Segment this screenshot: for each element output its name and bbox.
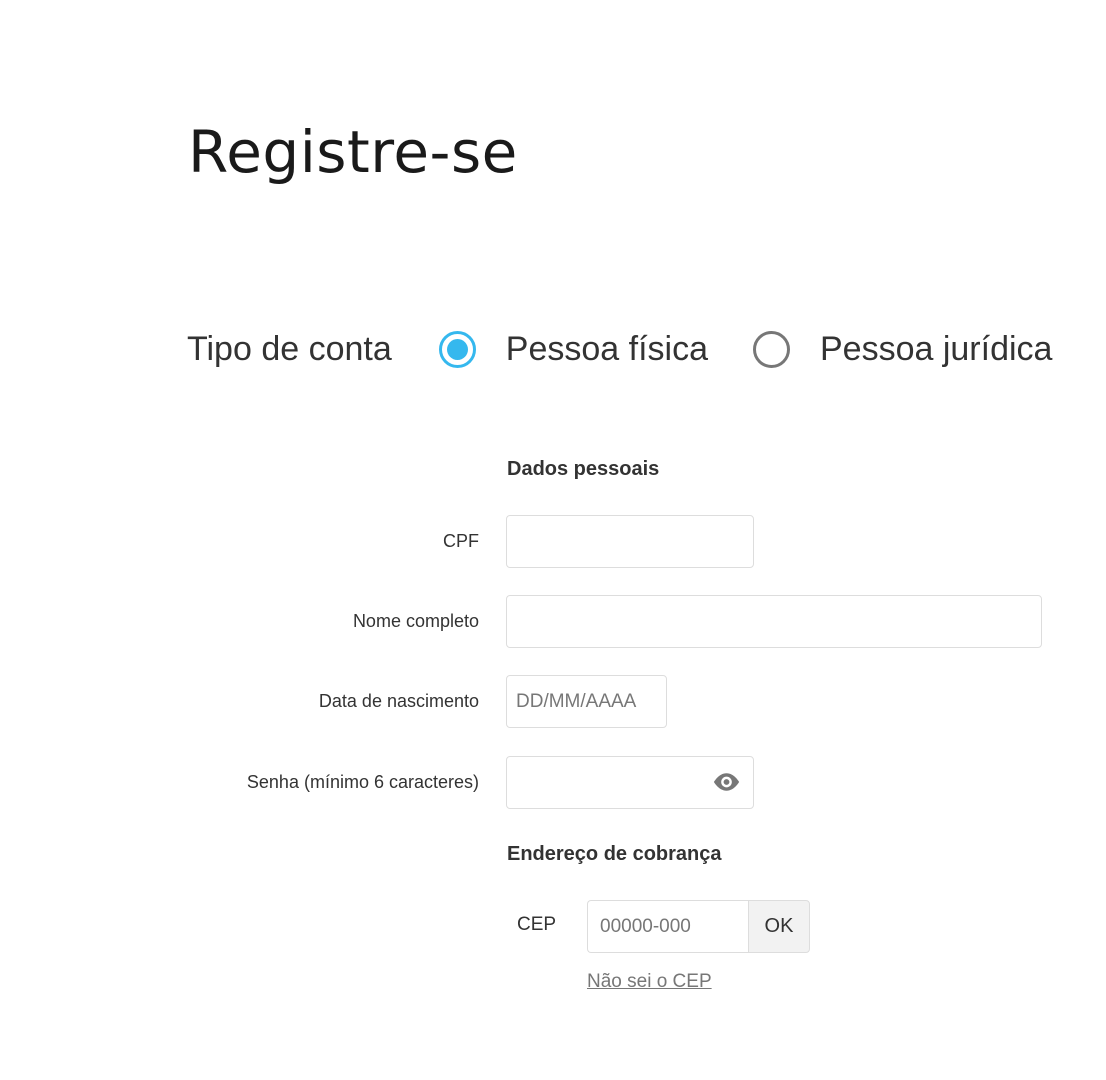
radio-label-pessoa-fisica[interactable]: Pessoa física (506, 330, 708, 369)
billing-address-heading: Endereço de cobrança (507, 843, 722, 865)
eye-icon[interactable] (711, 770, 742, 794)
personal-data-heading: Dados pessoais (507, 458, 660, 480)
full-name-label: Nome completo (352, 611, 479, 631)
radio-option-pessoa-juridica[interactable]: Pessoa jurídica (752, 330, 1052, 369)
cpf-label: CPF (443, 531, 479, 551)
radio-unchecked-icon[interactable] (752, 330, 790, 368)
radio-label-pessoa-juridica[interactable]: Pessoa jurídica (820, 330, 1052, 369)
unknown-cep-link[interactable]: Não sei o CEP (587, 971, 712, 993)
birth-date-input[interactable] (506, 675, 667, 728)
radio-dot (446, 338, 468, 360)
radio-checked-icon[interactable] (438, 330, 476, 368)
page-title: Registre-se (188, 118, 518, 186)
cpf-input[interactable] (506, 515, 754, 568)
cep-label: CEP (517, 914, 557, 935)
account-type-selector: Tipo de conta Pessoa física Pessoa juríd… (187, 326, 1052, 372)
cep-input[interactable] (587, 900, 748, 953)
account-type-label: Tipo de conta (187, 329, 392, 368)
ok-button[interactable]: OK (748, 900, 810, 953)
radio-option-pessoa-fisica[interactable]: Pessoa física (438, 330, 708, 369)
full-name-input[interactable] (506, 595, 1042, 648)
password-label: Senha (mínimo 6 caracteres) (246, 772, 479, 792)
birth-date-label: Data de nascimento (318, 691, 479, 711)
